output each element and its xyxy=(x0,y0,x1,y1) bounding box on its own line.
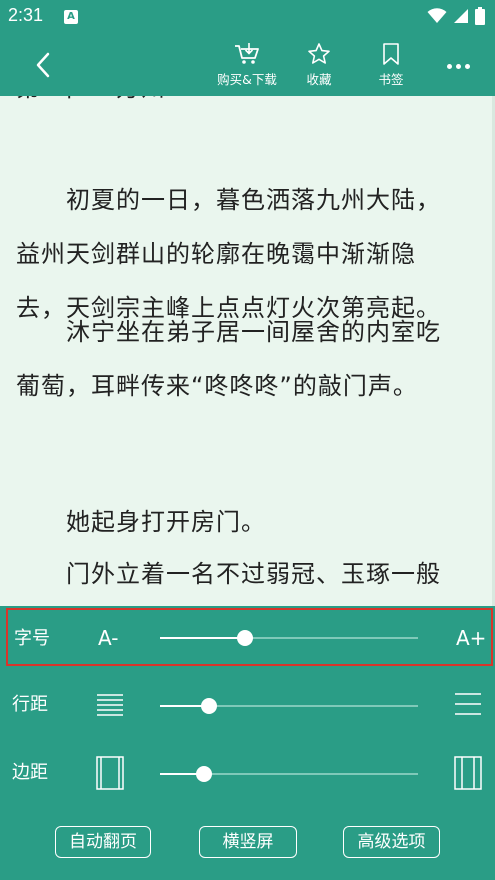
line-spacing-slider[interactable] xyxy=(160,698,418,714)
favorite-label: 收藏 xyxy=(306,72,332,87)
status-icons xyxy=(427,7,485,25)
font-size-slider-fill xyxy=(160,637,246,639)
margin-label: 边距 xyxy=(12,762,48,783)
bookmark-button[interactable]: 书签 xyxy=(356,42,426,92)
sparse-lines-icon[interactable] xyxy=(454,692,482,716)
reader-screen: 2:31 A 购买&下载 收藏 书签 初夏的一日，暮色洒落九州大陆， 益州天剑群… xyxy=(0,0,495,880)
more-icon-dot xyxy=(464,63,470,69)
more-icon-dot xyxy=(455,63,461,69)
font-size-slider-thumb[interactable] xyxy=(237,630,254,646)
cart-download-icon xyxy=(235,43,259,64)
wide-margin-icon[interactable] xyxy=(454,756,482,790)
reader-line: 益州天剑群山的轮廓在晚霭中渐渐隐 xyxy=(16,240,416,268)
back-button[interactable] xyxy=(26,48,60,82)
dense-lines-icon[interactable] xyxy=(96,692,124,716)
reader-content[interactable]: 第1章 一方州 初夏的一日，暮色洒落九州大陆， 益州天剑群山的轮廓在晚霭中渐渐隐… xyxy=(0,96,495,606)
margin-row: 边距 xyxy=(0,744,495,802)
line-spacing-label: 行距 xyxy=(12,694,48,715)
star-icon xyxy=(308,43,330,64)
reader-line: 沐宁坐在弟子居一间屋舍的内室吃 xyxy=(16,318,441,346)
font-size-label: 字号 xyxy=(14,628,50,649)
font-increase-button[interactable]: A+ xyxy=(456,626,486,650)
favorite-button[interactable]: 收藏 xyxy=(284,42,354,92)
more-button[interactable] xyxy=(443,54,473,78)
battery-icon xyxy=(475,7,485,25)
buy-download-label: 购买&下载 xyxy=(217,72,277,87)
auto-page-button[interactable]: 自动翻页 xyxy=(55,826,151,858)
wifi-icon xyxy=(427,8,447,23)
reader-line: 葡萄，耳畔传来“咚咚咚”的敲门声。 xyxy=(16,372,418,400)
chevron-left-icon xyxy=(36,52,50,78)
reader-line: 她起身打开房门。 xyxy=(16,508,266,536)
buy-download-button[interactable]: 购买&下载 xyxy=(212,42,282,92)
reader-line: 初夏的一日，暮色洒落九州大陆， xyxy=(16,186,441,214)
reader-toolbar: 购买&下载 收藏 书签 xyxy=(0,34,495,96)
advanced-options-button[interactable]: 高级选项 xyxy=(343,826,440,858)
margin-slider[interactable] xyxy=(160,766,418,782)
reader-line: 门外立着一名不过弱冠、玉琢一般 xyxy=(16,560,441,588)
narrow-margin-icon[interactable] xyxy=(96,756,124,790)
orientation-button[interactable]: 横竖屏 xyxy=(199,826,297,858)
status-bar: 2:31 A xyxy=(0,0,495,34)
line-spacing-row: 行距 xyxy=(0,676,495,734)
font-decrease-button[interactable]: A- xyxy=(98,626,118,650)
line-spacing-slider-thumb[interactable] xyxy=(201,698,218,714)
signal-icon xyxy=(454,9,468,23)
font-size-slider[interactable] xyxy=(160,630,418,646)
app-notification-icon: A xyxy=(64,10,78,24)
font-size-row: 字号 A- A+ xyxy=(6,608,493,666)
reader-cut-line: 第1章 一方州 xyxy=(16,96,486,112)
bookmark-label: 书签 xyxy=(378,72,404,87)
margin-slider-thumb[interactable] xyxy=(195,766,212,782)
more-icon xyxy=(446,63,452,69)
reading-settings-panel: 字号 A- A+ 行距 边距 自动翻页 横竖屏 高级选项 xyxy=(0,606,495,880)
bookmark-icon xyxy=(383,43,399,65)
status-time: 2:31 xyxy=(8,5,44,25)
panel-bottom-buttons: 自动翻页 横竖屏 高级选项 xyxy=(0,826,495,866)
